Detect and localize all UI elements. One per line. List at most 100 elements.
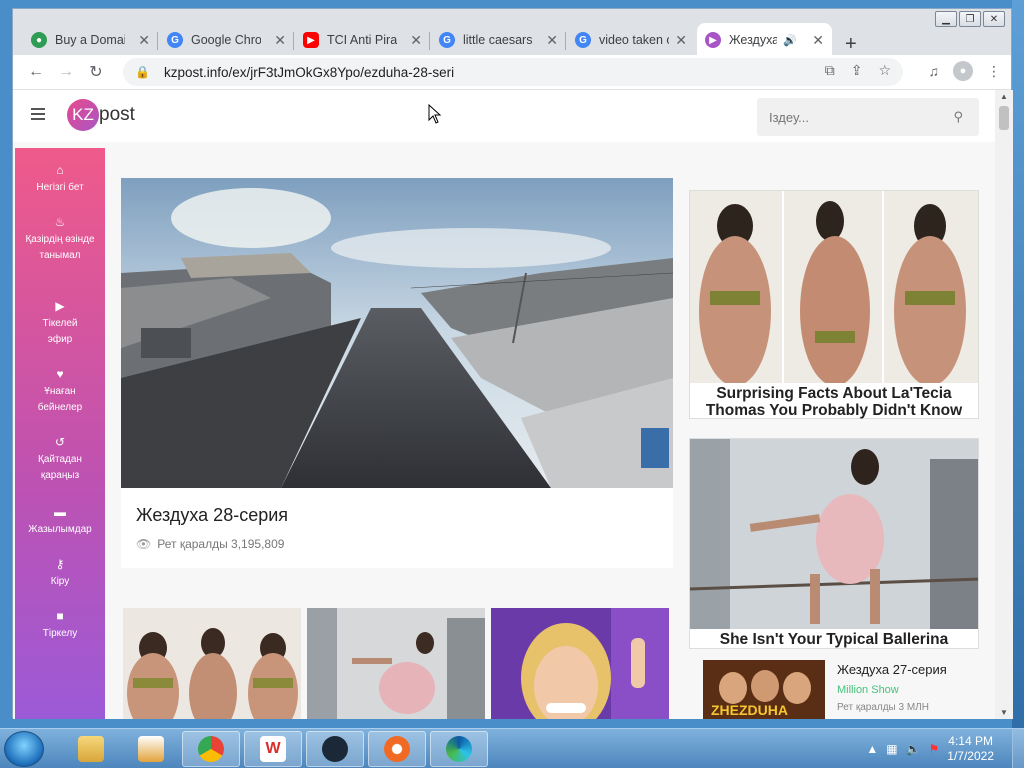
clock-time: 4:14 PM — [948, 734, 993, 748]
new-tab-button[interactable]: + — [845, 33, 857, 56]
video-title[interactable]: Жездуха 28-серия — [136, 505, 288, 526]
thumbnail-card[interactable] — [491, 608, 669, 719]
search-icon[interactable]: ⚲ — [953, 109, 963, 125]
taskbar-explorer[interactable] — [62, 731, 120, 767]
nav-watch-again[interactable]: ↺ Қайтадан қараңыз — [25, 434, 95, 484]
taskbar-steam[interactable] — [306, 731, 364, 767]
nav-label: Жазылымдар — [28, 524, 92, 535]
nav-home[interactable]: ⌂ Негізгі бет — [15, 162, 105, 196]
thumbnail-card[interactable] — [123, 608, 301, 719]
back-icon[interactable]: ← — [21, 63, 51, 81]
network-icon[interactable]: ▦ — [886, 742, 897, 756]
google-icon: G — [167, 32, 183, 48]
video-view-count: 👁 Рет қаралды 3,195,809 — [136, 537, 284, 551]
ad-card[interactable]: She Isn't Your Typical Ballerina — [689, 438, 979, 649]
lock-icon[interactable]: 🔒 — [135, 65, 150, 79]
clock[interactable]: 4:14 PM 1/7/2022 — [947, 734, 994, 764]
search-input[interactable] — [769, 109, 939, 125]
chrome-icon — [198, 736, 224, 762]
action-center-icon[interactable]: ⚑ — [929, 742, 940, 756]
windows-taskbar: W ▲ ▦ 🔈 ⚑ 4:14 PM 1/7/2022 — [0, 728, 1024, 768]
home-icon: ⌂ — [56, 163, 64, 177]
logo-text: post — [99, 104, 135, 125]
nav-label: Қазірдің өзінде танымал — [25, 234, 95, 261]
tab-title: Buy a Domain Name — [55, 33, 125, 47]
related-views: Рет қаралды 3 МЛН — [837, 702, 929, 713]
related-title[interactable]: Жездуха 27-серия — [837, 662, 947, 677]
tab-little-caesars[interactable]: G little caesars ✕ — [431, 23, 566, 57]
taskbar-edge[interactable] — [430, 731, 488, 767]
site-logo[interactable]: KZ post — [67, 99, 135, 131]
profile-avatar[interactable]: ● — [953, 61, 973, 81]
close-tab-icon[interactable]: ✕ — [812, 32, 824, 49]
related-thumb-text: ZHEZDUHA — [711, 702, 788, 718]
show-hidden-icons[interactable]: ▲ — [866, 742, 878, 756]
related-channel[interactable]: Million Show — [837, 684, 899, 696]
url-text: kzpost.info/ex/jrF3tJmOkGx8Ypo/ezduha-28… — [163, 64, 455, 80]
tab-video-taken[interactable]: G video taken on ✕ — [567, 23, 695, 57]
globe-icon: ● — [31, 32, 47, 48]
show-desktop-button[interactable] — [1012, 729, 1024, 768]
taskbar-chrome[interactable] — [182, 731, 240, 767]
bookmark-star-icon[interactable]: ☆ — [878, 62, 891, 79]
nav-login[interactable]: ⚷ Кіру — [15, 556, 105, 590]
history-icon: ↺ — [54, 435, 66, 449]
menu-kebab-icon[interactable]: ⋮ — [987, 63, 1001, 80]
reload-icon[interactable]: ↻ — [81, 62, 111, 82]
taskbar-app-orange[interactable] — [368, 731, 426, 767]
nav-trending[interactable]: ♨ Қазірдің өзінде танымал — [25, 214, 95, 264]
taskbar-wps[interactable]: W — [244, 731, 302, 767]
eye-icon: 👁 — [136, 537, 152, 551]
google-icon: G — [575, 32, 591, 48]
thumbnail-card[interactable] — [307, 608, 485, 719]
hamburger-menu-icon[interactable] — [31, 108, 45, 123]
taskbar-media-player[interactable] — [122, 731, 180, 767]
related-video-item[interactable]: ZHEZDUHA Жездуха 27-серия Million Show Р… — [703, 660, 983, 719]
tab-buy-domain[interactable]: ● Buy a Domain Name ✕ — [23, 23, 158, 57]
audio-playing-icon[interactable]: 🔊 — [783, 34, 797, 47]
forward-icon[interactable]: → — [51, 63, 81, 81]
share-icon[interactable]: ⇪ — [851, 62, 863, 79]
nav-subscriptions[interactable]: ▬ Жазылымдар — [15, 504, 105, 538]
ad-image[interactable] — [690, 439, 978, 629]
nav-label: Қайтадан қараңыз — [38, 454, 82, 481]
ad-image[interactable] — [690, 191, 978, 383]
desktop-background — [1012, 0, 1024, 728]
close-tab-icon[interactable]: ✕ — [410, 32, 422, 49]
google-icon: G — [439, 32, 455, 48]
start-button[interactable] — [4, 731, 44, 767]
close-tab-icon[interactable]: ✕ — [274, 32, 286, 49]
lock-icon: ■ — [56, 609, 64, 623]
nav-liked[interactable]: ♥ Ұнаған бейнелер — [25, 366, 95, 416]
wps-icon: W — [260, 736, 286, 762]
app-icon — [384, 736, 410, 762]
nav-register[interactable]: ■ Тіркелу — [15, 608, 105, 642]
main-video-player[interactable] — [121, 178, 673, 488]
browser-toolbar: ← → ↻ 🔒 kzpost.info/ex/jrF3tJmOkGx8Ypo/e… — [13, 55, 1011, 89]
nav-live[interactable]: ▶ Тікелей эфир — [30, 298, 90, 348]
tab-title: video taken on — [599, 33, 669, 47]
system-tray: ▲ ▦ 🔈 ⚑ 4:14 PM 1/7/2022 — [866, 729, 1024, 768]
ad-caption[interactable]: She Isn't Your Typical Ballerina — [690, 631, 978, 648]
tab-title: little caesars — [463, 33, 533, 47]
ad-caption[interactable]: Surprising Facts About La'Tecia Thomas Y… — [690, 385, 978, 419]
scrollbar-thumb[interactable] — [999, 106, 1009, 130]
close-tab-icon[interactable]: ✕ — [675, 32, 687, 49]
nav-label: Тікелей эфир — [42, 318, 78, 345]
play-icon: ▶ — [705, 32, 721, 48]
tab-tci-anti-piracy[interactable]: ▶ TCI Anti Piracy ✕ — [295, 23, 430, 57]
tab-zhezdukha-active[interactable]: ▶ Жездуха 28-серия 🔊 ✕ — [697, 23, 832, 57]
close-tab-icon[interactable]: ✕ — [138, 32, 150, 49]
key-icon: ⚷ — [55, 557, 65, 571]
page-scrollbar[interactable]: ▲ ▼ — [995, 90, 1013, 719]
folder-icon — [78, 736, 104, 762]
media-control-icon[interactable]: ♫ — [929, 63, 940, 79]
close-tab-icon[interactable]: ✕ — [546, 32, 558, 49]
ad-card[interactable]: Surprising Facts About La'Tecia Thomas Y… — [689, 190, 979, 419]
tab-google-chrome[interactable]: G Google Chrome ✕ — [159, 23, 294, 57]
translate-icon[interactable]: ⧉ — [825, 62, 835, 79]
volume-icon[interactable]: 🔈 — [906, 742, 921, 756]
page-viewport: KZ post ⚲ ⌂ Негізгі бет ♨ Қазірдің өзінд… — [13, 90, 995, 719]
related-thumbnail[interactable]: ZHEZDUHA — [703, 660, 825, 719]
address-bar[interactable]: 🔒 kzpost.info/ex/jrF3tJmOkGx8Ypo/ezduha-… — [123, 58, 903, 86]
